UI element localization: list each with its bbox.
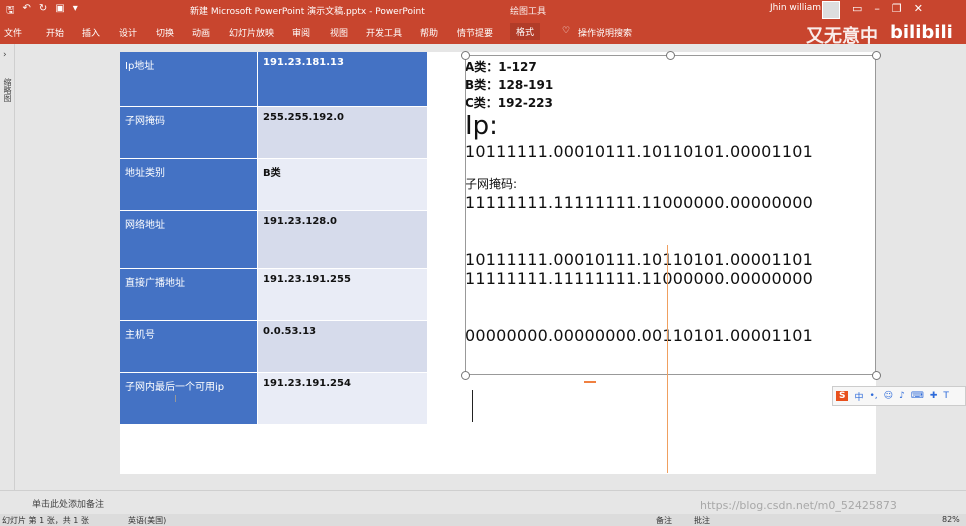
sogou-logo-icon[interactable]: S [836, 391, 849, 401]
table-cell-key[interactable]: Ip地址 [120, 52, 258, 107]
table-cell-value[interactable]: 191.23.181.13 [257, 52, 427, 107]
minimize-icon[interactable]: – [874, 2, 880, 15]
overlay-brand-text: 又无意中 [806, 26, 878, 47]
zoom-level[interactable]: 82% [942, 515, 960, 524]
bilibili-logo: bilibili [890, 22, 953, 43]
skin-icon[interactable]: T [943, 391, 949, 401]
ribbon-tabs: 文件 开始 插入 设计 切换 动画 幻灯片放映 审阅 视图 开发工具 帮助 情节… [0, 20, 966, 47]
status-bar: 幻灯片 第 1 张，共 1 张 英语(美国) 备注 批注 82% [0, 514, 966, 526]
tab-home[interactable]: 开始 [46, 26, 64, 39]
punctuation-icon[interactable]: •, [870, 391, 878, 401]
ime-language-toggle[interactable]: 中 [854, 390, 863, 403]
undo-icon[interactable]: ↶ [23, 3, 31, 20]
notes-placeholder: 单击此处添加备注 [32, 500, 105, 510]
tab-file[interactable]: 文件 [4, 26, 22, 39]
save-icon[interactable]: 🖫 [6, 3, 15, 20]
tab-slideshow[interactable]: 幻灯片放映 [229, 26, 274, 39]
expand-arrow-icon[interactable]: › [3, 50, 7, 60]
quick-access-toolbar: 🖫 ↶ ↻ ▣ ▾ [6, 3, 78, 20]
annotation-mark [584, 381, 596, 383]
avatar[interactable] [822, 1, 840, 19]
contextual-tab-group-label: 绘图工具 [510, 7, 547, 17]
tab-format[interactable]: 格式 [510, 23, 541, 40]
tab-insert[interactable]: 插入 [82, 26, 100, 39]
thumbnail-pane-collapsed[interactable]: › 缩略图 [0, 44, 15, 490]
table-cell-key[interactable]: 网络地址 [120, 210, 258, 269]
table-cell-key[interactable]: 主机号 [120, 320, 258, 373]
tab-view[interactable]: 视图 [330, 26, 348, 39]
toolbox-icon[interactable]: ✚ [930, 391, 938, 401]
redo-icon[interactable]: ↻ [39, 3, 47, 20]
table-cell-value[interactable]: 191.23.191.254 [257, 372, 427, 425]
ibeam-cursor-icon: I [174, 394, 177, 405]
table-cell-value[interactable]: 191.23.128.0 [257, 210, 427, 269]
resize-handle[interactable] [461, 371, 470, 380]
emoji-icon[interactable]: ☺ [884, 391, 893, 401]
resize-handle[interactable] [461, 51, 470, 60]
tab-storyboard[interactable]: 情节提要 [457, 26, 493, 39]
tab-developer[interactable]: 开发工具 [366, 26, 402, 39]
language-indicator[interactable]: 英语(美国) [128, 515, 166, 526]
tab-animations[interactable]: 动画 [192, 26, 210, 39]
close-icon[interactable]: ✕ [914, 2, 923, 15]
table-cell-key[interactable]: 直接广播地址 [120, 268, 258, 321]
comments-button[interactable]: 批注 [694, 515, 710, 526]
tell-me-search[interactable]: 操作说明搜索 [578, 26, 632, 39]
tab-help[interactable]: 帮助 [420, 26, 438, 39]
document-title: 新建 Microsoft PowerPoint 演示文稿.pptx - Powe… [190, 7, 425, 17]
table-cell-value[interactable]: 191.23.191.255 [257, 268, 427, 321]
title-bar: 🖫 ↶ ↻ ▣ ▾ 新建 Microsoft PowerPoint 演示文稿.p… [0, 0, 966, 20]
user-name[interactable]: Jhin william [770, 3, 821, 13]
table-cell-value[interactable]: 0.0.53.13 [257, 320, 427, 373]
slide-counter: 幻灯片 第 1 张，共 1 张 [2, 516, 89, 525]
resize-handle[interactable] [872, 371, 881, 380]
watermark-text: https://blog.csdn.net/m0_52425873 [700, 499, 897, 512]
table-cell-key[interactable]: 子网内最后一个可用ip [120, 372, 258, 425]
tab-review[interactable]: 审阅 [292, 26, 310, 39]
table-cell-key[interactable]: 子网掩码 [120, 106, 258, 159]
tab-transitions[interactable]: 切换 [156, 26, 174, 39]
notes-toggle-button[interactable]: 备注 [656, 515, 672, 526]
ime-toolbar[interactable]: S 中 •, ☺ ♪ ⌨ ✚ T [832, 386, 966, 406]
textbox-selection-frame[interactable] [465, 55, 876, 375]
thumbnail-label: 缩略图 [3, 78, 12, 102]
start-from-beginning-icon[interactable]: ▣ [55, 3, 64, 20]
keyboard-icon[interactable]: ⌨ [911, 391, 924, 401]
ip-table[interactable]: Ip地址 191.23.181.13 子网掩码 255.255.192.0 地址… [120, 52, 427, 425]
resize-handle[interactable] [872, 51, 881, 60]
tab-design[interactable]: 设计 [119, 26, 137, 39]
lightbulb-icon[interactable]: ♡ [562, 26, 570, 36]
table-cell-value[interactable]: B类 [257, 158, 427, 211]
restore-icon[interactable]: ❐ [892, 2, 902, 15]
ribbon-display-options-icon[interactable]: ▭ [852, 2, 862, 15]
voice-icon[interactable]: ♪ [899, 391, 905, 401]
customize-qat-icon[interactable]: ▾ [73, 3, 78, 20]
text-caret [472, 390, 473, 422]
resize-handle[interactable] [666, 51, 675, 60]
video-cursor-guide [667, 245, 668, 473]
table-cell-key[interactable]: 地址类别 [120, 158, 258, 211]
table-cell-value[interactable]: 255.255.192.0 [257, 106, 427, 159]
window-controls: ▭ – ❐ ✕ [852, 2, 923, 15]
